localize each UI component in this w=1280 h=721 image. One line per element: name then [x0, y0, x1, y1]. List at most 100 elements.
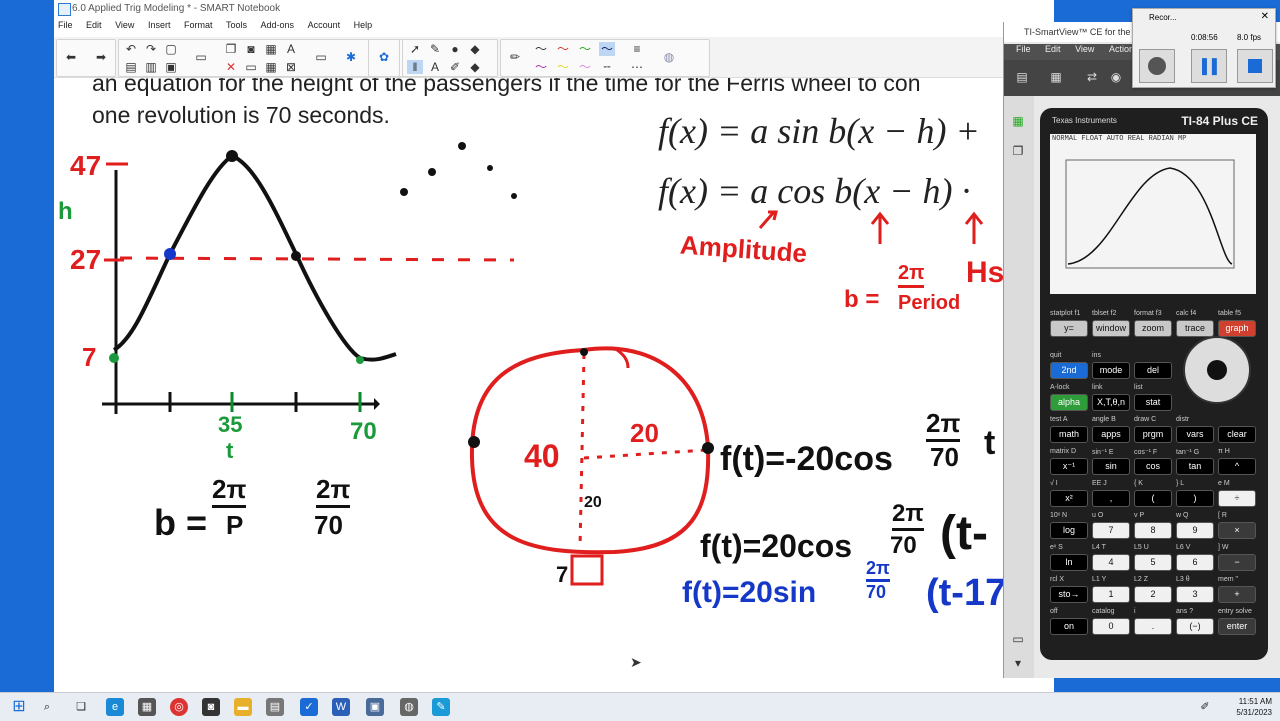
pens-icon[interactable]: ǁ — [407, 60, 423, 74]
calc-key-row9-4[interactable]: + — [1218, 586, 1256, 603]
calc-key-row9-2[interactable]: 2 — [1134, 586, 1172, 603]
calc-app-icon[interactable]: ▤ — [266, 698, 284, 716]
copy-icon[interactable]: ❐ — [223, 42, 239, 56]
pencil-icon[interactable]: ✏ — [507, 50, 523, 64]
text-style-icon[interactable]: A — [283, 42, 299, 56]
menu-file[interactable]: File — [58, 20, 73, 30]
menu-help[interactable]: Help — [354, 20, 373, 30]
calc-key-row8-0[interactable]: ln — [1050, 554, 1088, 571]
calc-key-row1-0[interactable]: y= — [1050, 320, 1088, 337]
addon-icon[interactable]: ✱ — [343, 50, 359, 64]
redo-icon[interactable]: ↷ — [143, 42, 159, 56]
calc-key-row7-2[interactable]: 8 — [1134, 522, 1172, 539]
text-tool-icon[interactable]: A — [427, 60, 443, 74]
menu-addons[interactable]: Add-ons — [261, 20, 295, 30]
calc-key-row2-0[interactable]: 2nd — [1050, 362, 1088, 379]
paste-icon[interactable]: ▥ — [143, 60, 159, 74]
delete-icon[interactable]: ✕ — [223, 60, 239, 74]
calc-key-row6-3[interactable]: ) — [1176, 490, 1214, 507]
calc-key-row10-3[interactable]: (−) — [1176, 618, 1214, 635]
calc-sidebar-display-icon[interactable]: ▭ — [1010, 632, 1026, 646]
menu-insert[interactable]: Insert — [148, 20, 171, 30]
calc-key-row2-2[interactable]: del — [1134, 362, 1172, 379]
table-icon[interactable]: ▦ — [263, 60, 279, 74]
line-width-icon[interactable]: ≡ — [629, 42, 645, 56]
cat-icon[interactable]: ✿ — [376, 50, 392, 64]
pen-black-icon[interactable]: 〜 — [533, 42, 549, 56]
calc-key-row8-4[interactable]: − — [1218, 554, 1256, 571]
calc-key-row5-2[interactable]: cos — [1134, 458, 1172, 475]
calc-send-icon[interactable]: ⇄ — [1084, 70, 1100, 84]
recorder-taskbar-icon[interactable]: ◍ — [400, 698, 418, 716]
screen-icon[interactable]: ▭ — [193, 50, 209, 64]
recorder-close-icon[interactable]: ✕ — [1261, 11, 1269, 22]
stop-button[interactable] — [1237, 49, 1273, 83]
calc-device-icon[interactable]: ▤ — [1014, 70, 1030, 84]
select-pointer-icon[interactable]: ➚ — [407, 42, 423, 56]
calc-key-row8-3[interactable]: 6 — [1176, 554, 1214, 571]
menu-view[interactable]: View — [115, 20, 134, 30]
camera-icon[interactable]: ◙ — [243, 42, 259, 56]
menu-tools[interactable]: Tools — [226, 20, 247, 30]
calc-key-row7-0[interactable]: log — [1050, 522, 1088, 539]
record-button[interactable] — [1139, 49, 1175, 83]
calc-dpad[interactable] — [1183, 336, 1251, 404]
calc-key-row6-2[interactable]: ( — [1134, 490, 1172, 507]
back-arrow-icon[interactable]: ⬅ — [63, 50, 79, 64]
line-style-icon[interactable]: ⋯ — [629, 60, 645, 74]
calc-key-row4-4[interactable]: clear — [1218, 426, 1256, 443]
calc-key-row4-3[interactable]: vars — [1176, 426, 1214, 443]
clipboard-icon[interactable]: ▦ — [263, 42, 279, 56]
smartview-taskbar-icon[interactable]: ▣ — [366, 698, 384, 716]
pen-red-icon[interactable]: 〜 — [555, 42, 571, 56]
calc-key-row5-3[interactable]: tan — [1176, 458, 1214, 475]
menu-account[interactable]: Account — [308, 20, 341, 30]
calc-key-row3-2[interactable]: stat — [1134, 394, 1172, 411]
fill-icon[interactable]: ● — [447, 42, 463, 56]
pen-dash-icon[interactable]: ╌ — [599, 60, 615, 74]
display-icon[interactable]: ▭ — [243, 60, 259, 74]
calc-key-row5-0[interactable]: x⁻¹ — [1050, 458, 1088, 475]
pen-green-icon[interactable]: 〜 — [577, 42, 593, 56]
clock[interactable]: 11:51 AM 5/31/2023 — [1236, 696, 1272, 718]
calc-key-row4-0[interactable]: math — [1050, 426, 1088, 443]
calc-key-row6-1[interactable]: , — [1092, 490, 1130, 507]
file-explorer-icon[interactable]: ▬ — [234, 698, 252, 716]
calc-key-row9-3[interactable]: 3 — [1176, 586, 1214, 603]
calc-key-row1-4[interactable]: graph — [1218, 320, 1256, 337]
calc-key-row10-0[interactable]: on — [1050, 618, 1088, 635]
transparency-icon[interactable]: ◍ — [661, 50, 677, 64]
pen-blue-icon[interactable]: 〜 — [599, 42, 615, 56]
eraser-icon[interactable]: ◆ — [467, 60, 483, 74]
menu-format[interactable]: Format — [184, 20, 213, 30]
calc-key-row3-0[interactable]: alpha — [1050, 394, 1088, 411]
calc-key-row1-2[interactable]: zoom — [1134, 320, 1172, 337]
calc-key-row2-1[interactable]: mode — [1092, 362, 1130, 379]
calc-key-row5-4[interactable]: ^ — [1218, 458, 1256, 475]
document-icon[interactable]: ▢ — [163, 42, 179, 56]
calc-key-row6-4[interactable]: ÷ — [1218, 490, 1256, 507]
calc-key-row7-1[interactable]: 7 — [1092, 522, 1130, 539]
calc-key-row10-4[interactable]: enter — [1218, 618, 1256, 635]
search-icon[interactable]: ⌕ — [38, 698, 56, 716]
open-icon[interactable]: ▤ — [123, 60, 139, 74]
calc-sidebar-calculator-icon[interactable]: ▦ — [1010, 114, 1026, 128]
bucket-icon[interactable]: ◆ — [467, 42, 483, 56]
calc-key-row8-2[interactable]: 5 — [1134, 554, 1172, 571]
calc-menu-file[interactable]: File — [1016, 44, 1031, 54]
calc-key-row7-4[interactable]: × — [1218, 522, 1256, 539]
calc-menu-view[interactable]: View — [1075, 44, 1094, 54]
calc-key-row10-2[interactable]: . — [1134, 618, 1172, 635]
forward-arrow-icon[interactable]: ➡ — [93, 50, 109, 64]
calc-key-row1-1[interactable]: window — [1092, 320, 1130, 337]
fullscreen-icon[interactable]: ⊠ — [283, 60, 299, 74]
pen-app-icon[interactable]: ✎ — [432, 698, 450, 716]
calc-key-row10-1[interactable]: 0 — [1092, 618, 1130, 635]
pause-button[interactable]: ▌▌ — [1191, 49, 1227, 83]
pen-pink-icon[interactable]: 〜 — [577, 60, 593, 74]
calc-key-row6-0[interactable]: x² — [1050, 490, 1088, 507]
camera-app-icon[interactable]: ◙ — [202, 698, 220, 716]
calc-key-row9-1[interactable]: 1 — [1092, 586, 1130, 603]
pen-tray-icon[interactable]: ✐ — [1196, 698, 1214, 716]
save-icon[interactable]: ▣ — [163, 60, 179, 74]
